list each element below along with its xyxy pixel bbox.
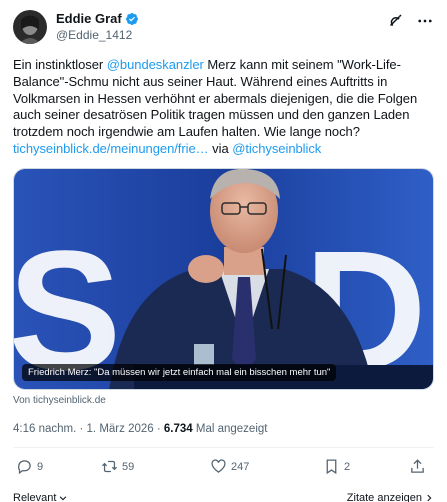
tweet-text: Ein instinktloser @bundeskanzler Merz ka…	[13, 57, 434, 158]
author-name-row: Eddie Graf	[56, 11, 139, 26]
chevron-right-icon	[427, 494, 432, 502]
sort-selector[interactable]: Relevant	[13, 492, 68, 502]
reply-count: 9	[37, 460, 44, 473]
quotes-label: Zitate anzeigen	[346, 491, 422, 502]
show-quotes-link[interactable]: Zitate anzeigen	[347, 492, 434, 502]
tweet: Eddie Graf @Eddie_1412 Ein instinktloser…	[0, 0, 447, 502]
tweet-time[interactable]: 4:16 nachm.	[13, 423, 76, 435]
replies-footer: Relevant Zitate anzeigen	[13, 486, 434, 502]
author-handle[interactable]: @Eddie_1412	[56, 28, 139, 42]
author-display-name[interactable]: Eddie Graf	[56, 11, 122, 26]
views-label: Mal angezeigt	[192, 422, 268, 435]
like-icon	[211, 459, 226, 474]
avatar[interactable]	[13, 10, 47, 44]
meta-separator: ·	[76, 422, 87, 435]
verified-badge-icon	[125, 12, 138, 25]
tweet-text-part-3: via	[208, 140, 233, 156]
author-names: Eddie Graf @Eddie_1412	[56, 11, 139, 42]
tweet-meta: 4:16 nachm. · 1. März 2026 · 6.734 Mal a…	[13, 423, 434, 435]
reply-button[interactable]: 9	[16, 458, 91, 475]
avatar-image	[13, 10, 47, 44]
chevron-down-icon	[60, 496, 67, 501]
mention-tichyseinblick[interactable]: @tichyseinblick	[232, 141, 321, 156]
more-icon[interactable]	[416, 12, 434, 30]
header-actions	[374, 12, 434, 30]
bookmark-count: 2	[344, 460, 351, 473]
article-link[interactable]: tichyseinblick.de/meinungen/frie…	[13, 141, 209, 156]
mention-bundeskanzler[interactable]: @bundeskanzler	[107, 57, 204, 72]
action-bar: 9 59 247 2	[13, 448, 434, 486]
repost-icon	[101, 461, 118, 473]
reply-icon	[18, 460, 31, 475]
bookmark-button[interactable]: 2	[323, 458, 393, 475]
media-caption: Friedrich Merz: "Da müssen wir jetzt ein…	[22, 363, 337, 381]
share-button[interactable]	[409, 458, 430, 475]
tweet-header: Eddie Graf @Eddie_1412	[13, 10, 434, 46]
repost-count: 59	[122, 460, 135, 473]
grok-icon[interactable]	[386, 12, 404, 30]
bookmark-icon	[326, 459, 337, 475]
sort-label: Relevant	[13, 491, 57, 502]
media-photo: S D	[14, 168, 433, 389]
media-card[interactable]: S D Friedrich Merz: "Da müssen wir jetzt…	[13, 167, 434, 390]
tweet-date[interactable]: 1. März 2026	[87, 423, 154, 435]
tweet-text-part-1: Ein instinktloser	[13, 57, 107, 72]
repost-button[interactable]: 59	[101, 458, 200, 475]
share-icon	[411, 459, 424, 474]
like-count: 247	[231, 460, 250, 473]
view-count: 6.734	[163, 422, 193, 435]
meta-separator: ·	[153, 422, 164, 435]
like-button[interactable]: 247	[210, 458, 307, 475]
media-source[interactable]: Von tichyseinblick.de	[13, 395, 434, 406]
